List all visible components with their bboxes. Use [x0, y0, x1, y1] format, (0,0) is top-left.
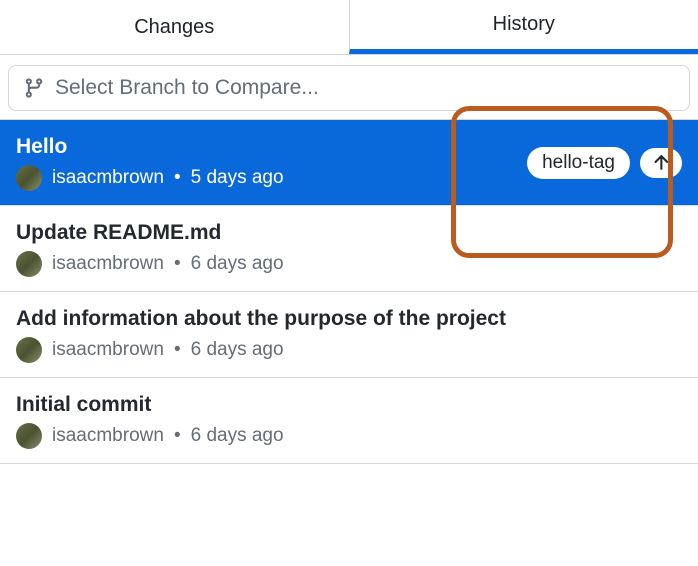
tab-history[interactable]: History	[349, 0, 698, 54]
tab-history-label: History	[493, 13, 555, 36]
avatar	[16, 251, 42, 277]
tag-badge[interactable]: hello-tag	[527, 147, 630, 179]
separator-dot: •	[174, 425, 181, 447]
avatar	[16, 165, 42, 191]
commit-item[interactable]: Hello isaacmbrown • 5 days ago hello-tag	[0, 120, 698, 206]
commit-list: Hello isaacmbrown • 5 days ago hello-tag	[0, 120, 698, 464]
commit-title: Hello	[16, 135, 527, 159]
commit-item[interactable]: Add information about the purpose of the…	[0, 292, 698, 378]
separator-dot: •	[174, 339, 181, 361]
branch-compare-selector[interactable]: Select Branch to Compare...	[8, 65, 690, 111]
tag-label: hello-tag	[542, 152, 615, 173]
commit-item[interactable]: Initial commit isaacmbrown • 6 days ago	[0, 378, 698, 464]
commit-author: isaacmbrown	[52, 425, 164, 447]
separator-dot: •	[174, 167, 181, 189]
tab-changes[interactable]: Changes	[0, 0, 349, 54]
commit-title: Add information about the purpose of the…	[16, 307, 682, 331]
commit-title: Initial commit	[16, 393, 682, 417]
commit-title: Update README.md	[16, 221, 682, 245]
commit-time: 5 days ago	[191, 167, 284, 189]
commit-item[interactable]: Update README.md isaacmbrown • 6 days ag…	[0, 206, 698, 292]
avatar	[16, 337, 42, 363]
commit-author: isaacmbrown	[52, 253, 164, 275]
arrow-up-icon	[650, 152, 672, 174]
commit-time: 6 days ago	[191, 339, 284, 361]
commit-author: isaacmbrown	[52, 167, 164, 189]
avatar	[16, 423, 42, 449]
git-branch-icon	[23, 76, 45, 100]
commit-time: 6 days ago	[191, 253, 284, 275]
branch-compare-placeholder: Select Branch to Compare...	[55, 76, 319, 100]
separator-dot: •	[174, 253, 181, 275]
tab-bar: Changes History	[0, 0, 698, 55]
commit-author: isaacmbrown	[52, 339, 164, 361]
commit-time: 6 days ago	[191, 425, 284, 447]
push-button[interactable]	[640, 148, 682, 178]
tab-changes-label: Changes	[134, 16, 214, 39]
